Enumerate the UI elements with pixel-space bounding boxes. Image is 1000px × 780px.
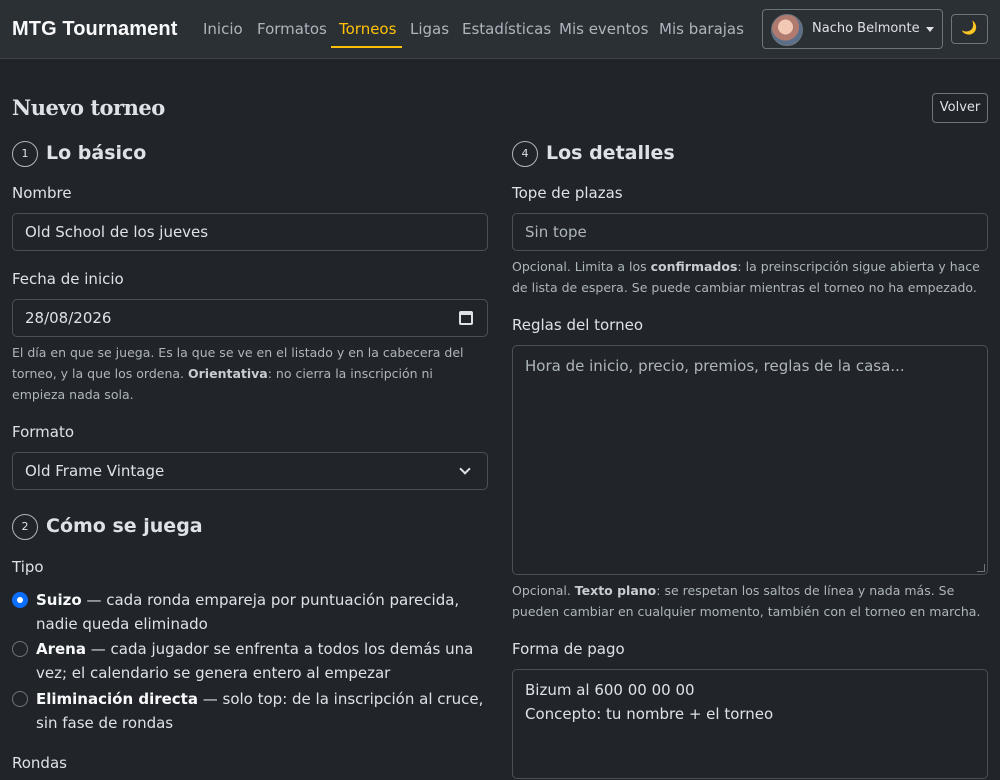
section-title-play: Cómo se juega <box>46 515 203 537</box>
start-date-label: Fecha de inicio <box>12 270 124 288</box>
nav-link-torneos[interactable]: Torneos <box>339 20 396 38</box>
nav-link-mis-barajas[interactable]: Mis barajas <box>659 20 744 38</box>
brand-logo[interactable]: MTG Tournament <box>12 18 177 41</box>
start-date-value: 28/08/2026 <box>25 309 112 327</box>
section-title-details: Los detalles <box>546 142 675 164</box>
option-name: Suizo <box>36 591 82 609</box>
radio-eliminacion-directa[interactable] <box>12 691 28 707</box>
top-navbar: MTG Tournament Inicio Formatos Torneos L… <box>0 0 1000 59</box>
rules-placeholder: Hora de inicio, precio, premios, reglas … <box>525 357 905 375</box>
moon-icon: 🌙 <box>961 21 978 36</box>
radio-label-arena[interactable]: Arena — cada jugador se enfrenta a todos… <box>36 637 486 685</box>
start-date-help-bold: Orientativa <box>188 366 268 381</box>
nav-link-estadisticas[interactable]: Estadísticas <box>462 20 551 38</box>
nav-link-ligas[interactable]: Ligas <box>410 20 449 38</box>
radio-label-eliminacion-directa[interactable]: Eliminación directa — solo top: de la in… <box>36 687 486 735</box>
cap-help-bold: confirmados <box>650 259 738 274</box>
start-date-input[interactable]: 28/08/2026 <box>12 299 488 337</box>
payment-textarea[interactable]: Bizum al 600 00 00 00 Concepto: tu nombr… <box>512 669 988 779</box>
type-label: Tipo <box>12 558 44 576</box>
step-number-4: 4 <box>512 141 538 167</box>
option-desc: — cada jugador se enfrenta a todos los d… <box>36 640 474 682</box>
resize-handle-icon[interactable] <box>977 564 985 572</box>
theme-toggle-button[interactable]: 🌙 <box>951 14 988 44</box>
chevron-down-icon <box>926 27 934 32</box>
nav-link-inicio[interactable]: Inicio <box>203 20 243 38</box>
page-title: Nuevo torneo <box>12 95 165 120</box>
rules-textarea[interactable]: Hora de inicio, precio, premios, reglas … <box>512 345 988 575</box>
radio-suizo[interactable] <box>12 592 28 608</box>
rules-label: Reglas del torneo <box>512 316 644 334</box>
user-name: Nacho Belmonte <box>812 21 920 36</box>
nav-link-mis-eventos[interactable]: Mis eventos <box>559 20 648 38</box>
format-label: Formato <box>12 423 75 441</box>
rules-help-text: Opcional. <box>512 583 575 598</box>
cap-input[interactable]: Sin tope <box>512 213 988 251</box>
step-number-2: 2 <box>12 514 38 540</box>
option-name: Eliminación directa <box>36 690 198 708</box>
cap-help-text: Opcional. Limita a los <box>512 259 651 274</box>
radio-label-suizo[interactable]: Suizo — cada ronda empareja por puntuaci… <box>36 588 486 636</box>
chevron-down-icon <box>459 463 471 475</box>
payment-label: Forma de pago <box>512 640 625 658</box>
rounds-label: Rondas <box>12 754 67 772</box>
format-selected-value: Old Frame Vintage <box>25 462 165 480</box>
active-nav-indicator <box>331 46 402 48</box>
rules-help: Opcional. Texto plano: se respetan los s… <box>512 580 988 622</box>
option-name: Arena <box>36 640 86 658</box>
calendar-icon[interactable] <box>459 311 473 325</box>
cap-label: Tope de plazas <box>512 184 623 202</box>
radio-arena[interactable] <box>12 641 28 657</box>
user-menu-button[interactable]: Nacho Belmonte <box>762 9 943 49</box>
avatar <box>771 14 803 46</box>
rules-help-bold: Texto plano <box>574 583 657 598</box>
section-title-basics: Lo básico <box>46 142 147 164</box>
name-label: Nombre <box>12 184 72 202</box>
name-input[interactable]: Old School de los jueves <box>12 213 488 251</box>
back-button[interactable]: Volver <box>932 93 988 123</box>
payment-line: Bizum al 600 00 00 00 <box>525 681 695 699</box>
start-date-help: El día en que se juega. Es la que se ve … <box>12 342 488 405</box>
payment-line: Concepto: tu nombre + el torneo <box>525 705 774 723</box>
option-desc: — cada ronda empareja por puntuación par… <box>36 591 460 633</box>
step-number-1: 1 <box>12 141 38 167</box>
nav-link-formatos[interactable]: Formatos <box>257 20 327 38</box>
cap-help: Opcional. Limita a los confirmados: la p… <box>512 256 988 298</box>
format-select[interactable]: Old Frame Vintage <box>12 452 488 490</box>
